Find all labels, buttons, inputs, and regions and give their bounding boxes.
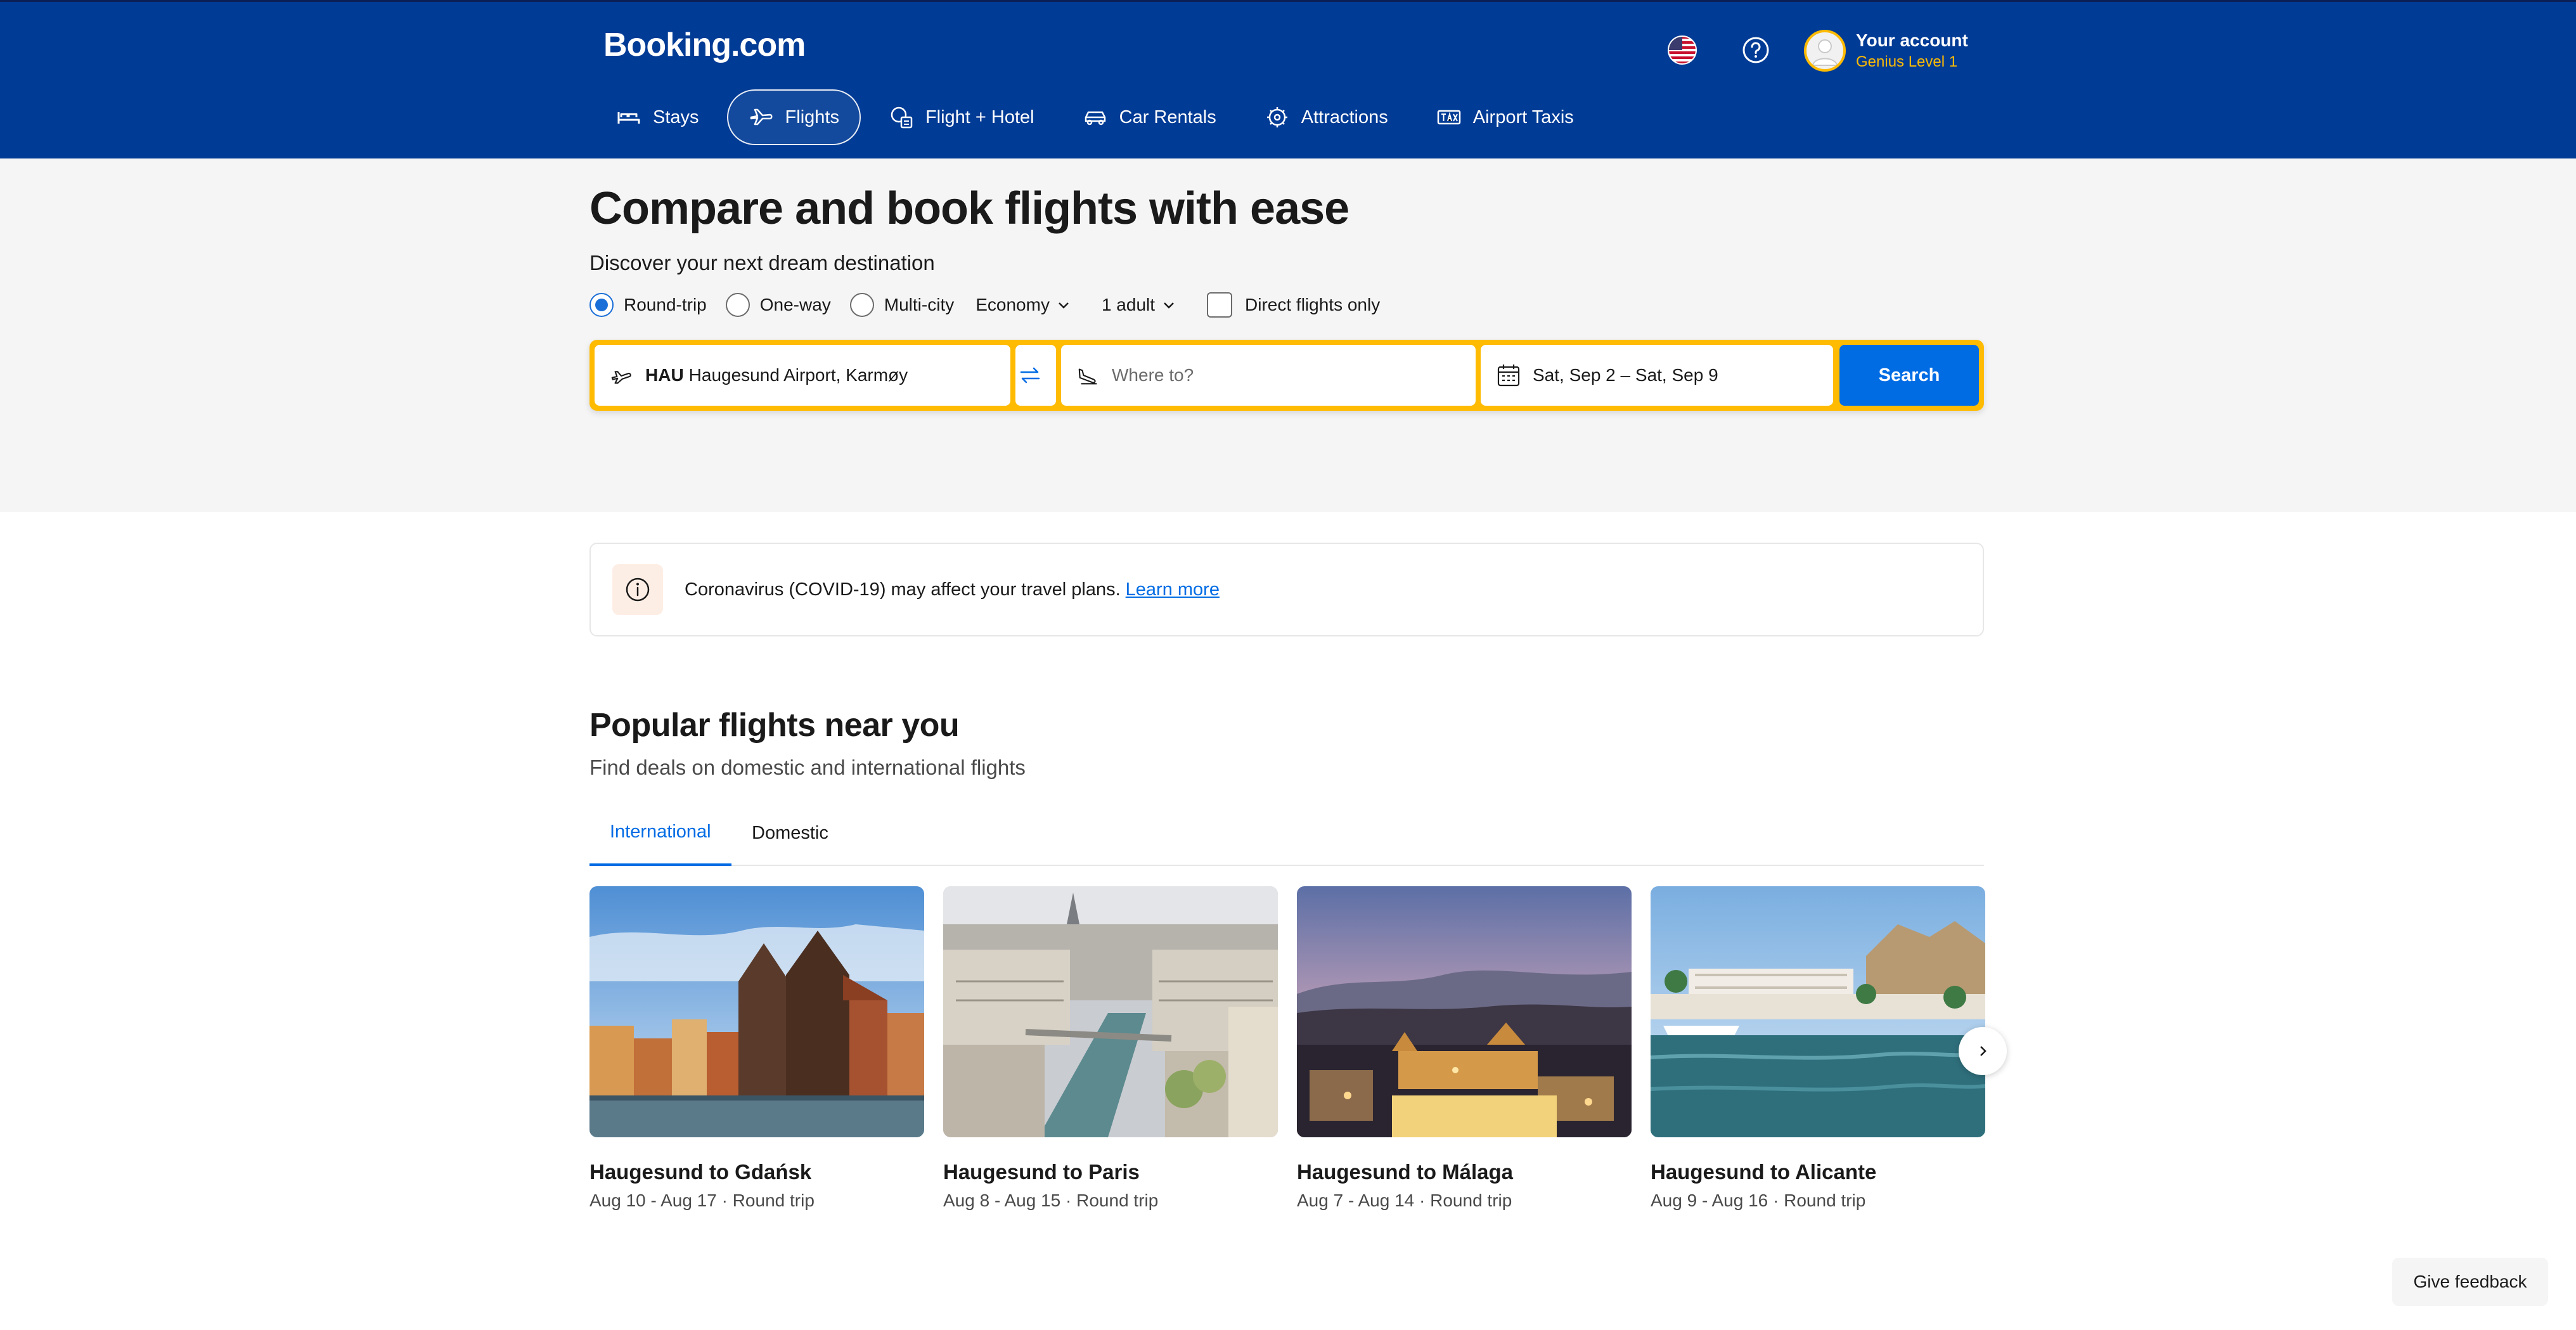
covid-notice: Coronavirus (COVID-19) may affect your t… [589,543,1984,636]
destination-image [1651,886,1985,1137]
carousel-next-button[interactable] [1959,1027,2007,1075]
taxi-icon [1437,110,1460,125]
radio-round-trip[interactable]: Round-trip [589,293,707,317]
radio-button[interactable] [725,293,750,317]
destination-image [943,886,1278,1137]
card-title: Haugesund to Gdańsk [589,1160,812,1184]
card-dates: Aug 7 - Aug 14 · Round trip [1297,1191,1512,1210]
account-menu[interactable]: Your account Genius Level 1 [1804,26,1968,75]
search-options: Round-trip One-way Multi-city Economy 1 … [589,290,1399,320]
flight-card-paris[interactable]: Haugesund to Paris Aug 8 - Aug 15 · Roun… [943,886,1278,1211]
nav-car-rentals[interactable]: Car Rentals [1062,89,1237,145]
card-dates: Aug 9 - Aug 16 · Round trip [1651,1191,1866,1210]
checkbox-label: Direct flights only [1245,295,1381,314]
nav-label: Airport Taxis [1472,107,1574,127]
origin-code: HAU [645,365,684,385]
travellers-value: 1 adult [1101,295,1156,314]
nav-flight-hotel[interactable]: Flight + Hotel [868,89,1055,145]
flight-card-malaga[interactable]: Haugesund to Málaga Aug 7 - Aug 14 · Rou… [1297,886,1632,1211]
top-header: Booking.com Your account Genius Level 1 … [0,0,2576,158]
tab-domestic[interactable]: Domestic [731,800,849,866]
page-subtitle: Discover your next dream destination [589,251,935,274]
plane-icon [750,108,773,126]
flight-type-tabs: International Domestic [589,800,1984,866]
card-dates: Aug 8 - Aug 15 · Round trip [943,1191,1159,1210]
radio-button[interactable] [589,293,614,317]
card-dates: Aug 10 - Aug 17 · Round trip [589,1191,815,1210]
direct-flights-checkbox[interactable]: Direct flights only [1207,292,1380,318]
card-title: Haugesund to Paris [943,1160,1140,1184]
nav-label: Attractions [1301,107,1388,127]
bed-icon [617,112,640,124]
attractions-icon [1266,107,1287,127]
checkbox[interactable] [1207,292,1233,318]
radio-label: Round-trip [624,295,707,314]
radio-label: One-way [759,295,831,314]
takeoff-icon [611,371,631,384]
flight-hotel-icon [891,107,913,129]
destination-image [1297,886,1632,1137]
destination-field[interactable]: Where to? [1061,345,1476,406]
tab-international[interactable]: International [589,800,731,866]
chevron-down-icon [1059,302,1069,309]
flight-card-alicante[interactable]: Haugesund to Alicante Aug 9 - Aug 16 · R… [1651,886,1985,1211]
landing-icon [1078,368,1097,385]
info-icon [612,564,663,615]
section-title: Popular flights near you [589,707,960,744]
notice-text: Coronavirus (COVID-19) may affect your t… [685,579,1121,600]
radio-button[interactable] [849,293,874,317]
chevron-down-icon [1164,302,1174,309]
nav-stays[interactable]: Stays [596,89,719,145]
flight-search-bar: HAU Haugesund Airport, Karmøy Where to? … [589,340,1984,411]
travellers-dropdown[interactable]: 1 adult [1102,295,1176,315]
nav-label: Car Rentals [1119,107,1216,127]
learn-more-link[interactable]: Learn more [1126,579,1220,600]
radio-multi-city[interactable]: Multi-city [849,293,955,317]
nav-airport-taxis[interactable]: Airport Taxis [1416,89,1594,145]
destination-placeholder: Where to? [1112,365,1194,385]
calendar-icon [1497,365,1520,387]
help-icon[interactable] [1738,32,1774,68]
nav-attractions[interactable]: Attractions [1244,89,1408,145]
us-flag-icon[interactable] [1665,32,1700,68]
date-field[interactable]: Sat, Sep 2 – Sat, Sep 9 [1481,345,1833,406]
flight-card-gdansk[interactable]: Haugesund to Gdańsk Aug 10 - Aug 17 · Ro… [589,886,924,1211]
radio-one-way[interactable]: One-way [725,293,831,317]
date-value: Sat, Sep 2 – Sat, Sep 9 [1533,365,1718,385]
origin-name: Haugesund Airport, Karmøy [688,365,908,385]
account-name: Your account [1856,30,1968,50]
genius-level: Genius Level 1 [1856,53,1958,70]
page-title: Compare and book flights with ease [589,183,1349,234]
destination-image [589,886,924,1137]
section-subtitle: Find deals on domestic and international… [589,756,1026,779]
give-feedback-button[interactable]: Give feedback [2392,1258,2548,1306]
nav-label: Flight + Hotel [925,107,1034,127]
booking-logo[interactable]: Booking.com [603,26,806,64]
nav-label: Flights [785,107,839,127]
swap-button[interactable] [1015,345,1056,406]
card-title: Haugesund to Málaga [1297,1160,1514,1184]
swap-icon [1020,367,1040,384]
car-icon [1085,111,1105,126]
nav-flights[interactable]: Flights [726,89,861,145]
product-nav: Stays Flights Flight + Hotel Car Rentals [596,88,1602,146]
card-title: Haugesund to Alicante [1651,1160,1877,1184]
origin-field[interactable]: HAU Haugesund Airport, Karmøy [595,345,1010,406]
cabin-class-dropdown[interactable]: Economy [976,295,1071,315]
radio-label: Multi-city [884,295,955,314]
chevron-right-icon [1980,1046,1987,1056]
search-button[interactable]: Search [1839,345,1979,406]
cabin-class-value: Economy [976,295,1050,314]
avatar [1804,30,1846,72]
nav-label: Stays [653,107,699,127]
